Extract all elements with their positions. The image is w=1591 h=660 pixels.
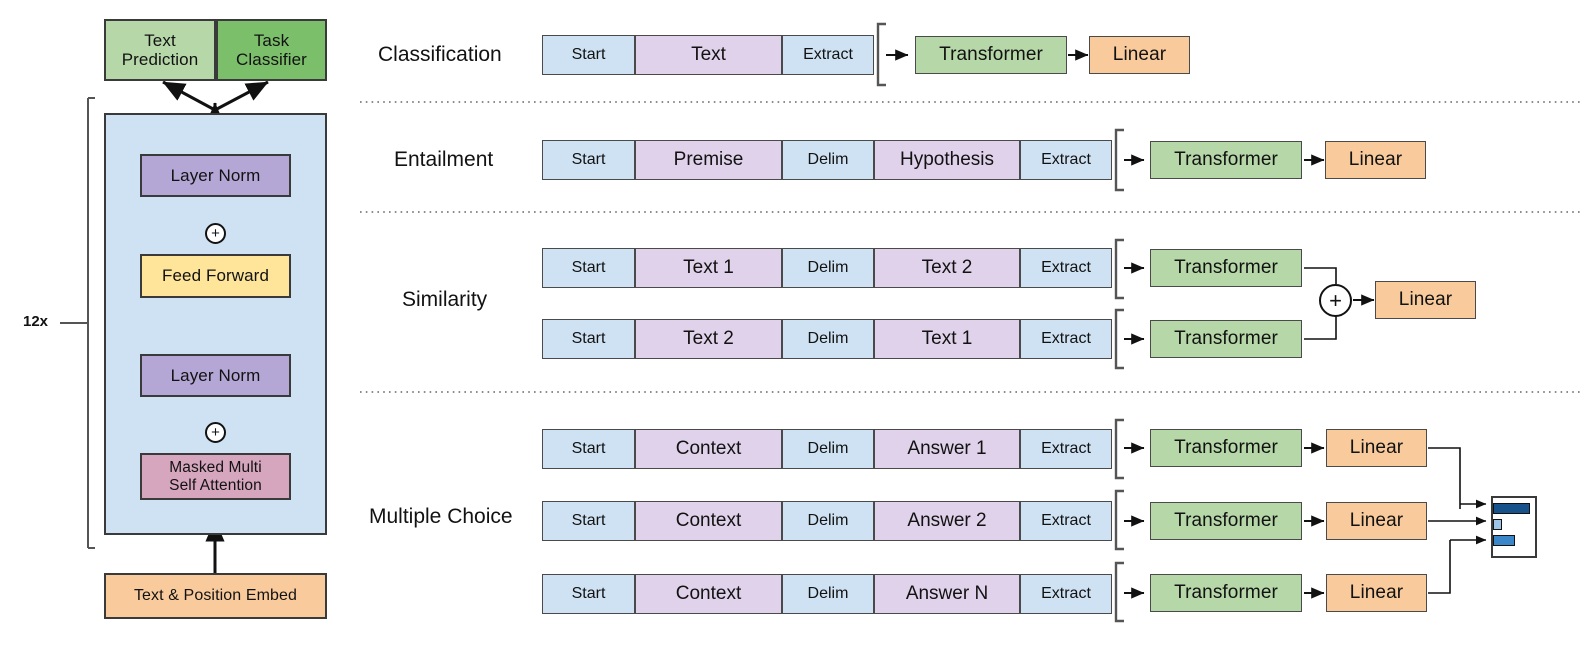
token-delim[interactable]: Delim: [782, 501, 874, 541]
token-text-2[interactable]: Text 2: [635, 319, 782, 359]
token-extract[interactable]: Extract: [1020, 501, 1112, 541]
task-label-classification: Classification: [378, 43, 502, 66]
figure-canvas: Text Prediction Task Classifier Layer No…: [0, 0, 1591, 660]
token-text-2[interactable]: Text 2: [874, 248, 1020, 288]
transformer-classification[interactable]: Transformer: [915, 36, 1067, 74]
token-extract[interactable]: Extract: [1020, 140, 1112, 180]
layer-norm-bottom[interactable]: Layer Norm: [140, 354, 291, 397]
linear-similarity[interactable]: Linear: [1375, 281, 1476, 319]
softmax-bar-1: [1493, 503, 1530, 514]
task-label-multiple-choice: Multiple Choice: [369, 505, 513, 528]
token-start[interactable]: Start: [542, 429, 635, 469]
token-context[interactable]: Context: [635, 574, 782, 614]
task-label-entailment: Entailment: [394, 148, 494, 171]
token-delim[interactable]: Delim: [782, 429, 874, 469]
token-start[interactable]: Start: [542, 319, 635, 359]
transformer-choice-2[interactable]: Transformer: [1150, 502, 1302, 540]
linear-classification[interactable]: Linear: [1089, 36, 1190, 74]
transformer-choice-n[interactable]: Transformer: [1150, 574, 1302, 612]
transformer-similarity-bottom[interactable]: Transformer: [1150, 320, 1302, 358]
token-delim[interactable]: Delim: [782, 140, 874, 180]
linear-entailment[interactable]: Linear: [1325, 141, 1426, 179]
head-text-prediction[interactable]: Text Prediction: [104, 19, 216, 81]
transformer-similarity-top[interactable]: Transformer: [1150, 249, 1302, 287]
token-start[interactable]: Start: [542, 248, 635, 288]
token-extract[interactable]: Extract: [1020, 429, 1112, 469]
token-extract[interactable]: Extract: [1020, 319, 1112, 359]
repeat-count-label: 12x: [23, 313, 49, 330]
token-answer-n[interactable]: Answer N: [874, 574, 1020, 614]
token-start[interactable]: Start: [542, 501, 635, 541]
token-extract[interactable]: Extract: [1020, 574, 1112, 614]
token-delim[interactable]: Delim: [782, 319, 874, 359]
head-task-classifier[interactable]: Task Classifier: [216, 19, 327, 81]
masked-multi-self-attention[interactable]: Masked Multi Self Attention: [140, 453, 291, 500]
residual-add-top: +: [205, 223, 226, 244]
residual-add-bottom: +: [205, 422, 226, 443]
softmax-bar-3: [1493, 535, 1515, 546]
token-answer-1[interactable]: Answer 1: [874, 429, 1020, 469]
token-delim[interactable]: Delim: [782, 574, 874, 614]
transformer-entailment[interactable]: Transformer: [1150, 141, 1302, 179]
token-extract[interactable]: Extract: [1020, 248, 1112, 288]
similarity-sum: +: [1319, 284, 1352, 317]
token-extract[interactable]: Extract: [782, 35, 874, 75]
text-and-position-embed[interactable]: Text & Position Embed: [104, 573, 327, 619]
token-text[interactable]: Text: [635, 35, 782, 75]
linear-choice-1[interactable]: Linear: [1326, 429, 1427, 467]
token-start[interactable]: Start: [542, 574, 635, 614]
token-hypothesis[interactable]: Hypothesis: [874, 140, 1020, 180]
transformer-choice-1[interactable]: Transformer: [1150, 429, 1302, 467]
token-start[interactable]: Start: [542, 35, 635, 75]
softmax-output-chart: [1491, 496, 1537, 558]
token-context[interactable]: Context: [635, 501, 782, 541]
linear-choice-2[interactable]: Linear: [1326, 502, 1427, 540]
token-premise[interactable]: Premise: [635, 140, 782, 180]
task-label-similarity: Similarity: [402, 288, 488, 311]
token-text-1[interactable]: Text 1: [635, 248, 782, 288]
token-context[interactable]: Context: [635, 429, 782, 469]
token-text-1[interactable]: Text 1: [874, 319, 1020, 359]
layer-norm-top[interactable]: Layer Norm: [140, 154, 291, 197]
token-answer-2[interactable]: Answer 2: [874, 501, 1020, 541]
softmax-bar-2: [1493, 519, 1502, 530]
token-delim[interactable]: Delim: [782, 248, 874, 288]
token-start[interactable]: Start: [542, 140, 635, 180]
linear-choice-n[interactable]: Linear: [1326, 574, 1427, 612]
feed-forward[interactable]: Feed Forward: [140, 254, 291, 298]
